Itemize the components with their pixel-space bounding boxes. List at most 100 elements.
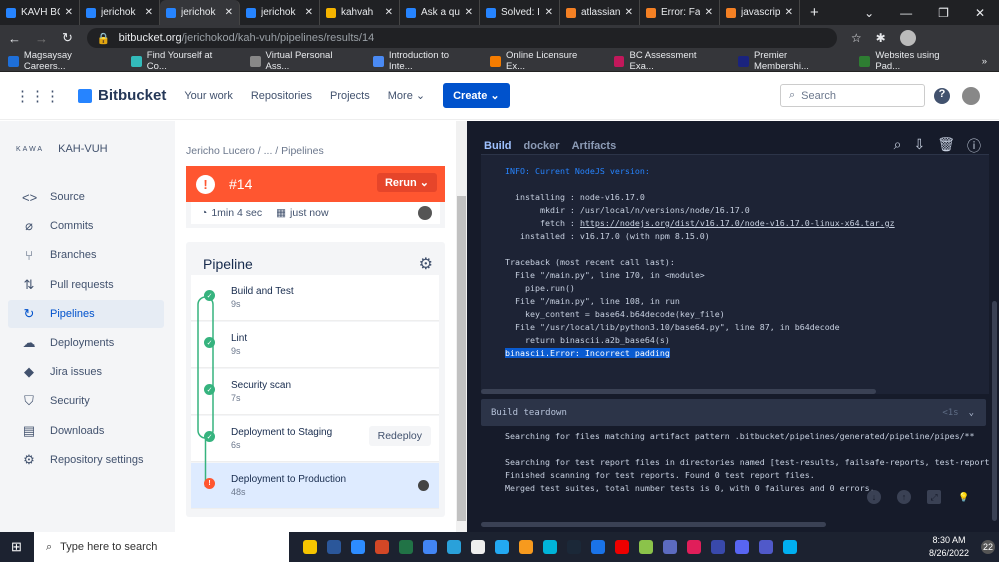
close-tab-icon[interactable]: ✕ [625, 7, 633, 18]
back-icon[interactable]: ← [8, 31, 21, 46]
sidebar-item-downloads[interactable]: ▤ Downloads [8, 417, 164, 445]
restore-icon[interactable]: ❐ [938, 6, 949, 20]
build-teardown-header[interactable]: Build teardown <1s ⌄ [481, 399, 986, 426]
nav-projects[interactable]: Projects [330, 90, 370, 102]
create-button[interactable]: Create ⌄ [443, 83, 510, 108]
taskbar-search[interactable]: ⌕ Type here to search [34, 532, 289, 562]
bookmark[interactable]: Premier Membershi... [738, 50, 843, 72]
close-tab-icon[interactable]: ✕ [305, 7, 313, 18]
bookmark[interactable]: Introduction to Inte... [372, 50, 474, 72]
download-icon[interactable]: ⇩ [913, 136, 925, 156]
panel-scrollbar[interactable] [456, 121, 467, 532]
profile-avatar[interactable] [899, 30, 916, 46]
sidebar-item-pipelines[interactable]: ↻ Pipelines [8, 299, 164, 328]
info-icon[interactable]: ⓘ [967, 136, 981, 156]
browser-tab[interactable]: jerichok ✕ [80, 0, 160, 25]
close-window-icon[interactable]: ✕ [975, 6, 985, 20]
taskbar-app-icon[interactable] [423, 540, 437, 554]
sidebar-item-commits[interactable]: ⌀ Commits [8, 212, 164, 240]
trash-icon[interactable]: 🗑 [937, 136, 955, 156]
windows-start-icon[interactable]: ⊞ [11, 539, 22, 555]
fetch-url-link[interactable]: https://nodejs.org/dist/v16.17.0/node-v1… [580, 218, 895, 228]
close-tab-icon[interactable]: ✕ [225, 7, 233, 18]
forward-icon[interactable]: → [35, 31, 48, 46]
nav-your-work[interactable]: Your work [184, 90, 233, 102]
taskbar-app-icon[interactable] [759, 540, 773, 554]
taskbar-app-icon[interactable] [735, 540, 749, 554]
app-switcher-icon[interactable]: ⋮⋮⋮ [15, 87, 60, 105]
sidebar-item-source[interactable]: <> Source [8, 183, 164, 211]
taskbar-app-icon[interactable] [783, 540, 797, 554]
browser-tab[interactable]: atlassian ✕ [560, 0, 640, 25]
browser-tab[interactable]: jerichok ✕ [160, 0, 240, 25]
sidebar-item-security[interactable]: ⛉ Security [8, 387, 164, 415]
bookmark[interactable]: Find Yourself at Co... [130, 50, 234, 72]
bookmark[interactable]: Virtual Personal Ass... [249, 50, 357, 72]
taskbar-app-icon[interactable] [495, 540, 509, 554]
reload-icon[interactable]: ↻ [62, 30, 73, 46]
scroll-down-icon[interactable]: ↓ [867, 490, 881, 504]
bookmark[interactable]: BC Assessment Exa... [613, 50, 722, 72]
bookmark[interactable]: Websites using Pad... [859, 50, 965, 72]
rerun-button[interactable]: Rerun ⌄ [376, 173, 437, 192]
repo-name[interactable]: KAH-VUH [58, 143, 108, 155]
taskbar-app-icon[interactable] [375, 540, 389, 554]
sidebar-item-repository-settings[interactable]: ⚙ Repository settings [8, 446, 164, 474]
taskbar-app-icon[interactable] [567, 540, 581, 554]
taskbar-app-icon[interactable] [663, 540, 677, 554]
gear-icon[interactable]: ⚙ [419, 254, 433, 274]
browser-tab[interactable]: jerichok ✕ [240, 0, 320, 25]
taskbar-app-icon[interactable] [351, 540, 365, 554]
sidebar-item-deployments[interactable]: ☁ Deployments [8, 329, 164, 357]
taskbar-app-icon[interactable] [399, 540, 413, 554]
close-tab-icon[interactable]: ✕ [145, 7, 153, 18]
taskbar-app-icon[interactable] [591, 540, 605, 554]
taskbar-app-icon[interactable] [303, 540, 317, 554]
close-tab-icon[interactable]: ✕ [465, 7, 473, 18]
taskbar-app-icon[interactable] [543, 540, 557, 554]
minimize-icon[interactable]: — [900, 6, 912, 20]
close-tab-icon[interactable]: ✕ [785, 7, 793, 18]
tab-search-icon[interactable]: ⌄ [864, 6, 874, 20]
browser-tab[interactable]: Ask a qu ✕ [400, 0, 480, 25]
taskbar-app-icon[interactable] [519, 540, 533, 554]
taskbar-app-icon[interactable] [711, 540, 725, 554]
pipeline-step[interactable]: ✓ Lint 9s [191, 322, 439, 368]
vertical-scrollbar[interactable] [992, 301, 997, 521]
new-tab-button[interactable]: + [800, 4, 829, 21]
taskbar-app-icon[interactable] [687, 540, 701, 554]
browser-tab[interactable]: kahvah ✕ [320, 0, 400, 25]
browser-tab[interactable]: Error: Fa ✕ [640, 0, 720, 25]
taskbar-app-icon[interactable] [639, 540, 653, 554]
extensions-icon[interactable]: ✱ [876, 31, 886, 45]
lightbulb-icon[interactable]: 💡 [957, 490, 971, 504]
bookmark[interactable]: Magsaysay Careers... [8, 50, 115, 72]
user-avatar[interactable] [962, 87, 980, 105]
pipeline-step[interactable]: ✓ Security scan 7s [191, 369, 439, 415]
browser-tab[interactable]: KAVH BC ✕ [0, 0, 80, 25]
scroll-up-icon[interactable]: ↑ [897, 490, 911, 504]
bitbucket-logo[interactable]: Bitbucket [78, 87, 166, 104]
sidebar-item-pull-requests[interactable]: ⇅ Pull requests [8, 271, 164, 299]
browser-tab[interactable]: javascrip ✕ [720, 0, 800, 25]
horizontal-scrollbar[interactable] [481, 522, 826, 527]
more-bookmarks-button[interactable]: » [982, 56, 987, 67]
star-icon[interactable]: ☆ [851, 31, 862, 45]
search-icon[interactable]: ⌕ [894, 136, 902, 156]
search-input[interactable]: ⌕ Search [780, 84, 925, 107]
redeploy-button[interactable]: Redeploy [368, 426, 431, 446]
browser-tab[interactable]: Solved: I ✕ [480, 0, 560, 25]
close-tab-icon[interactable]: ✕ [65, 7, 73, 18]
close-tab-icon[interactable]: ✕ [705, 7, 713, 18]
nav-repositories[interactable]: Repositories [251, 90, 312, 102]
pipeline-step[interactable]: ! Deployment to Production 48s [191, 463, 439, 509]
taskbar-app-icon[interactable] [471, 540, 485, 554]
taskbar-app-icon[interactable] [615, 540, 629, 554]
pipeline-step[interactable]: ✓ Deployment to Staging 6s Redeploy [191, 416, 439, 462]
expand-icon[interactable]: ⤢ [927, 490, 941, 504]
nav-more[interactable]: More ⌄ [388, 89, 425, 102]
notification-badge[interactable]: 22 [980, 540, 995, 554]
close-tab-icon[interactable]: ✕ [385, 7, 393, 18]
sidebar-item-jira-issues[interactable]: ◆ Jira issues [8, 358, 164, 386]
breadcrumb[interactable]: Jericho Lucero / ... / Pipelines [186, 145, 324, 157]
